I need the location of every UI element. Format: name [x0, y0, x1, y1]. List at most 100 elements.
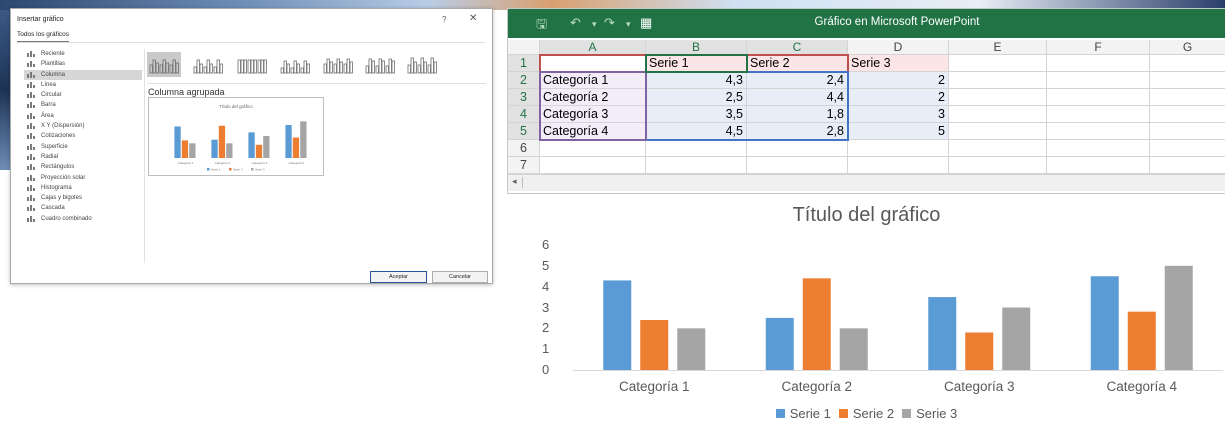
- spreadsheet-cell[interactable]: [646, 140, 747, 157]
- spreadsheet-cell[interactable]: [1150, 140, 1225, 157]
- chart-bar[interactable]: [603, 280, 632, 370]
- spreadsheet-cell[interactable]: [949, 72, 1047, 89]
- column-subtype-icon[interactable]: [191, 52, 225, 77]
- spreadsheet-cell[interactable]: [540, 55, 646, 72]
- select-all-corner[interactable]: [508, 40, 540, 55]
- chart-type-item[interactable]: Columna: [24, 69, 142, 80]
- ok-button[interactable]: Aceptar: [370, 271, 427, 283]
- legend-item[interactable]: Serie 1: [775, 406, 831, 421]
- chart-type-item[interactable]: Cascada: [24, 203, 142, 213]
- spreadsheet-cell[interactable]: Categoría 2: [540, 89, 646, 106]
- row-header[interactable]: 6: [508, 140, 540, 157]
- spreadsheet-cell[interactable]: 3,5: [646, 106, 747, 123]
- chart-type-item[interactable]: Reciente: [24, 49, 142, 59]
- spreadsheet-cell[interactable]: Serie 3: [848, 55, 949, 72]
- column-header[interactable]: B: [646, 40, 747, 55]
- column-subtype-icon[interactable]: [321, 52, 355, 77]
- spreadsheet-cell[interactable]: [949, 157, 1047, 174]
- spreadsheet-cell[interactable]: [848, 157, 949, 174]
- column-header[interactable]: D: [848, 40, 949, 55]
- cancel-button[interactable]: Cancelar: [432, 271, 488, 283]
- spreadsheet-cell[interactable]: 1,8: [747, 106, 848, 123]
- spreadsheet-cell[interactable]: [747, 157, 848, 174]
- chart-type-item[interactable]: Barra: [24, 100, 142, 110]
- spreadsheet-cell[interactable]: [1150, 55, 1225, 72]
- spreadsheet-cell[interactable]: [540, 157, 646, 174]
- spreadsheet-cell[interactable]: [747, 140, 848, 157]
- column-subtype-icon[interactable]: [147, 52, 181, 77]
- row-header[interactable]: 5: [508, 123, 540, 140]
- spreadsheet-cell[interactable]: 3: [848, 106, 949, 123]
- close-button[interactable]: ✕: [469, 13, 477, 24]
- column-header[interactable]: A: [540, 40, 646, 55]
- spreadsheet-cell[interactable]: 4,3: [646, 72, 747, 89]
- chart-bar[interactable]: [1090, 276, 1119, 370]
- chart-bar[interactable]: [677, 328, 706, 370]
- chart-type-item[interactable]: Radial: [24, 152, 142, 162]
- chart-type-item[interactable]: Rectángulos: [24, 162, 142, 172]
- spreadsheet-cell[interactable]: 4,5: [646, 123, 747, 140]
- column-header[interactable]: G: [1150, 40, 1225, 55]
- column-header[interactable]: E: [949, 40, 1047, 55]
- row-header[interactable]: 2: [508, 72, 540, 89]
- spreadsheet-cell[interactable]: 4,4: [747, 89, 848, 106]
- spreadsheet-cell[interactable]: [1047, 89, 1150, 106]
- chart-preview[interactable]: Título del gráfico Categoría 1 Categoría 2…: [148, 97, 324, 176]
- spreadsheet-cell[interactable]: [1047, 123, 1150, 140]
- spreadsheet-cell[interactable]: 2: [848, 89, 949, 106]
- spreadsheet-cell[interactable]: [1047, 72, 1150, 89]
- clustered-column-chart[interactable]: Título del gráfico 0123456 Categoría 1 Ca…: [508, 198, 1225, 425]
- chart-bar[interactable]: [928, 297, 957, 370]
- spreadsheet-cell[interactable]: 2,4: [747, 72, 848, 89]
- spreadsheet-cell[interactable]: [1150, 157, 1225, 174]
- spreadsheet-cell[interactable]: [1047, 140, 1150, 157]
- chart-bar[interactable]: [640, 320, 669, 370]
- chart-type-item[interactable]: Superficie: [24, 142, 142, 152]
- spreadsheet-cell[interactable]: 2: [848, 72, 949, 89]
- spreadsheet-cell[interactable]: Categoría 4: [540, 123, 646, 140]
- help-button[interactable]: ?: [442, 15, 446, 24]
- chart-type-item[interactable]: Proyección solar: [24, 173, 142, 183]
- spreadsheet-cell[interactable]: Serie 1: [646, 55, 747, 72]
- spreadsheet-cell[interactable]: [646, 157, 747, 174]
- chart-bar[interactable]: [765, 317, 794, 370]
- column-header[interactable]: F: [1047, 40, 1150, 55]
- spreadsheet-cell[interactable]: [540, 140, 646, 157]
- row-header[interactable]: 1: [508, 55, 540, 72]
- chart-bar[interactable]: [1164, 265, 1193, 370]
- spreadsheet-cell[interactable]: [1047, 106, 1150, 123]
- column-subtype-icon[interactable]: [278, 52, 312, 77]
- row-header[interactable]: 4: [508, 106, 540, 123]
- chart-bar[interactable]: [1002, 307, 1031, 371]
- spreadsheet-cell[interactable]: [1047, 55, 1150, 72]
- spreadsheet-cell[interactable]: Categoría 3: [540, 106, 646, 123]
- spreadsheet-cell[interactable]: [1150, 123, 1225, 140]
- spreadsheet-cell[interactable]: [1150, 89, 1225, 106]
- scroll-left-icon[interactable]: ◂: [512, 176, 517, 187]
- legend-item[interactable]: Serie 2: [838, 406, 894, 421]
- chart-type-item[interactable]: Área: [24, 111, 142, 121]
- column-subtype-icon[interactable]: [363, 52, 397, 77]
- spreadsheet-cell[interactable]: 2,5: [646, 89, 747, 106]
- chart-type-item[interactable]: Línea: [24, 80, 142, 90]
- row-header[interactable]: 7: [508, 157, 540, 174]
- chart-type-item[interactable]: Cuadro combinado: [24, 214, 142, 224]
- chart-bar[interactable]: [802, 278, 831, 370]
- spreadsheet-cell[interactable]: [1047, 157, 1150, 174]
- chart-bar[interactable]: [1127, 311, 1156, 370]
- chart-type-item[interactable]: Histograma: [24, 183, 142, 193]
- chart-bar[interactable]: [839, 328, 868, 370]
- spreadsheet-cell[interactable]: Serie 2: [747, 55, 848, 72]
- legend-item[interactable]: Serie 3: [902, 406, 957, 421]
- chart-bar[interactable]: [965, 332, 994, 371]
- column-header[interactable]: C: [747, 40, 848, 55]
- spreadsheet-cell[interactable]: Categoría 1: [540, 72, 646, 89]
- spreadsheet-cell[interactable]: [949, 55, 1047, 72]
- row-header[interactable]: 3: [508, 89, 540, 106]
- spreadsheet-cell[interactable]: [949, 140, 1047, 157]
- spreadsheet-cell[interactable]: 2,8: [747, 123, 848, 140]
- chart-type-item[interactable]: Plantillas: [24, 59, 142, 69]
- column-subtype-icon[interactable]: [235, 52, 269, 77]
- spreadsheet-cell[interactable]: [1150, 72, 1225, 89]
- chart-type-item[interactable]: Circular: [24, 90, 142, 100]
